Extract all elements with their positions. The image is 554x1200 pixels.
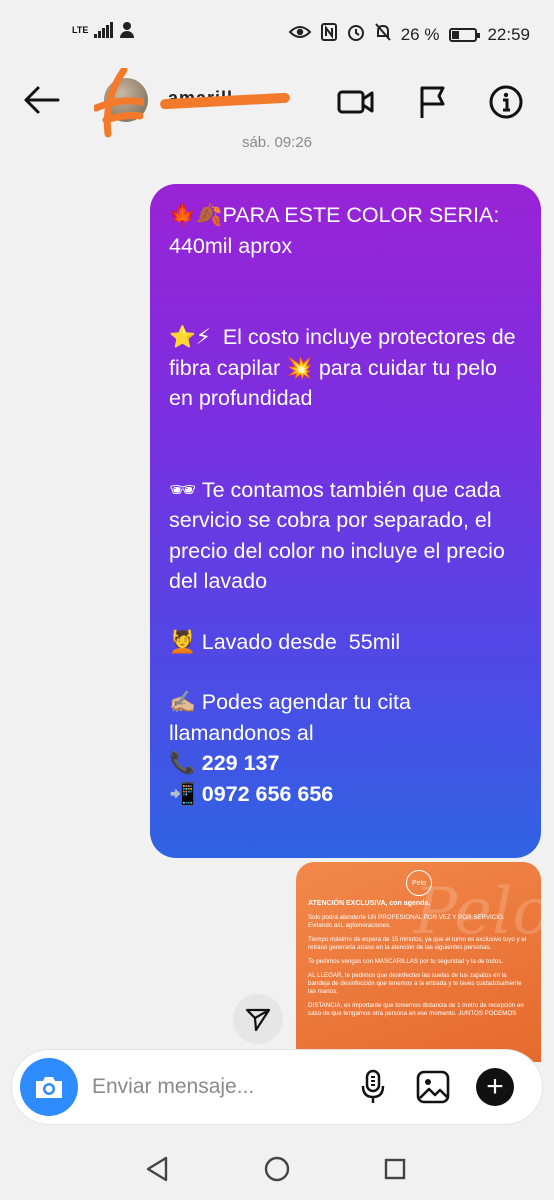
message-paragraph: 💆 Lavado desde 55mil [169,629,401,654]
info-icon [489,85,523,119]
circle-home-icon [264,1156,290,1182]
image-message[interactable]: Pelo Pelo ATENCIÓN EXCLUSIVA, con agenda… [296,862,541,1062]
nav-recents-button[interactable] [380,1154,410,1184]
battery-icon [449,27,481,42]
message-paragraph: ✍🏼 Podes agendar tu cita llamandonos al [169,690,417,745]
video-call-icon [337,90,374,114]
nav-home-button[interactable] [262,1154,292,1184]
message-composer: + [12,1050,542,1124]
triangle-back-icon [146,1156,168,1182]
network-type: LTE [72,24,89,35]
image-line: DISTANCIA, es importante que tomemos dis… [308,1002,524,1017]
phone-number: 📞 229 137 [169,751,280,775]
status-right: 26 % 22:59 [288,23,530,46]
mute-icon [374,23,391,46]
square-recents-icon [384,1158,406,1180]
microphone-icon [361,1069,385,1103]
message-paragraph: ⭐⚡ El costo incluye protectores de fibra… [169,325,522,410]
flag-icon [420,86,445,118]
status-left: LTE [72,22,135,38]
message-paragraph: 🕶 Te contamos también que cada servicio … [169,477,511,594]
image-line: Tiempo máximo de espera de 15 minutos, y… [308,936,527,951]
voice-message-button[interactable] [354,1068,392,1106]
send-icon [245,1008,271,1032]
redaction-scribble [94,68,144,138]
system-navigation-bar [0,1136,554,1200]
battery-level [452,30,459,39]
info-button[interactable] [486,82,526,122]
image-line: Te pedimos vengas con MASCARILLAS por tu… [308,958,504,965]
video-call-button[interactable] [336,82,376,122]
gallery-button[interactable] [414,1068,452,1106]
status-bar: LTE 26 % 22:59 [0,0,554,66]
share-button[interactable] [233,994,283,1044]
message-bubble[interactable]: 🍁🍂PARA ESTE COLOR SERIA: 440mil aprox ⭐⚡… [150,184,541,858]
phone-number: 📲 0972 656 656 [169,781,334,806]
signal-icon [94,22,114,38]
camera-icon [36,1077,62,1098]
chat-header: amarill... [0,66,554,138]
image-line: Solo podrá atenderte UN PROFESIONAL POR … [308,914,505,929]
message-timestamp: sáb. 09:26 [241,134,313,151]
nav-back-button[interactable] [142,1154,172,1184]
clock-time: 22:59 [487,24,530,44]
image-text: ATENCIÓN EXCLUSIVA, con agenda. Solo pod… [308,900,530,1024]
message-paragraph: 🍁🍂PARA ESTE COLOR SERIA: 440mil aprox [169,203,506,258]
image-line: AL LLEGAR, te pedimos que desinfectes la… [308,972,522,995]
message-input[interactable] [92,1070,342,1104]
image-title: ATENCIÓN EXCLUSIVA, con agenda. [308,900,431,907]
report-button[interactable] [412,82,452,122]
eye-icon [288,24,312,45]
plus-icon: + [486,1070,504,1103]
gallery-icon [416,1070,450,1104]
back-button[interactable] [22,84,62,116]
nfc-icon [320,23,337,46]
back-arrow-icon [24,86,60,114]
salon-logo: Pelo [406,870,432,896]
more-options-button[interactable]: + [476,1068,514,1106]
chat-screen: LTE 26 % 22:59 sáb. 09:26 🍁🍂PARA ESTE CO… [0,0,554,1200]
user-icon [119,22,135,38]
battery-percent: 26 % [400,24,440,44]
alarm-icon [347,23,365,46]
camera-button[interactable] [20,1058,78,1116]
